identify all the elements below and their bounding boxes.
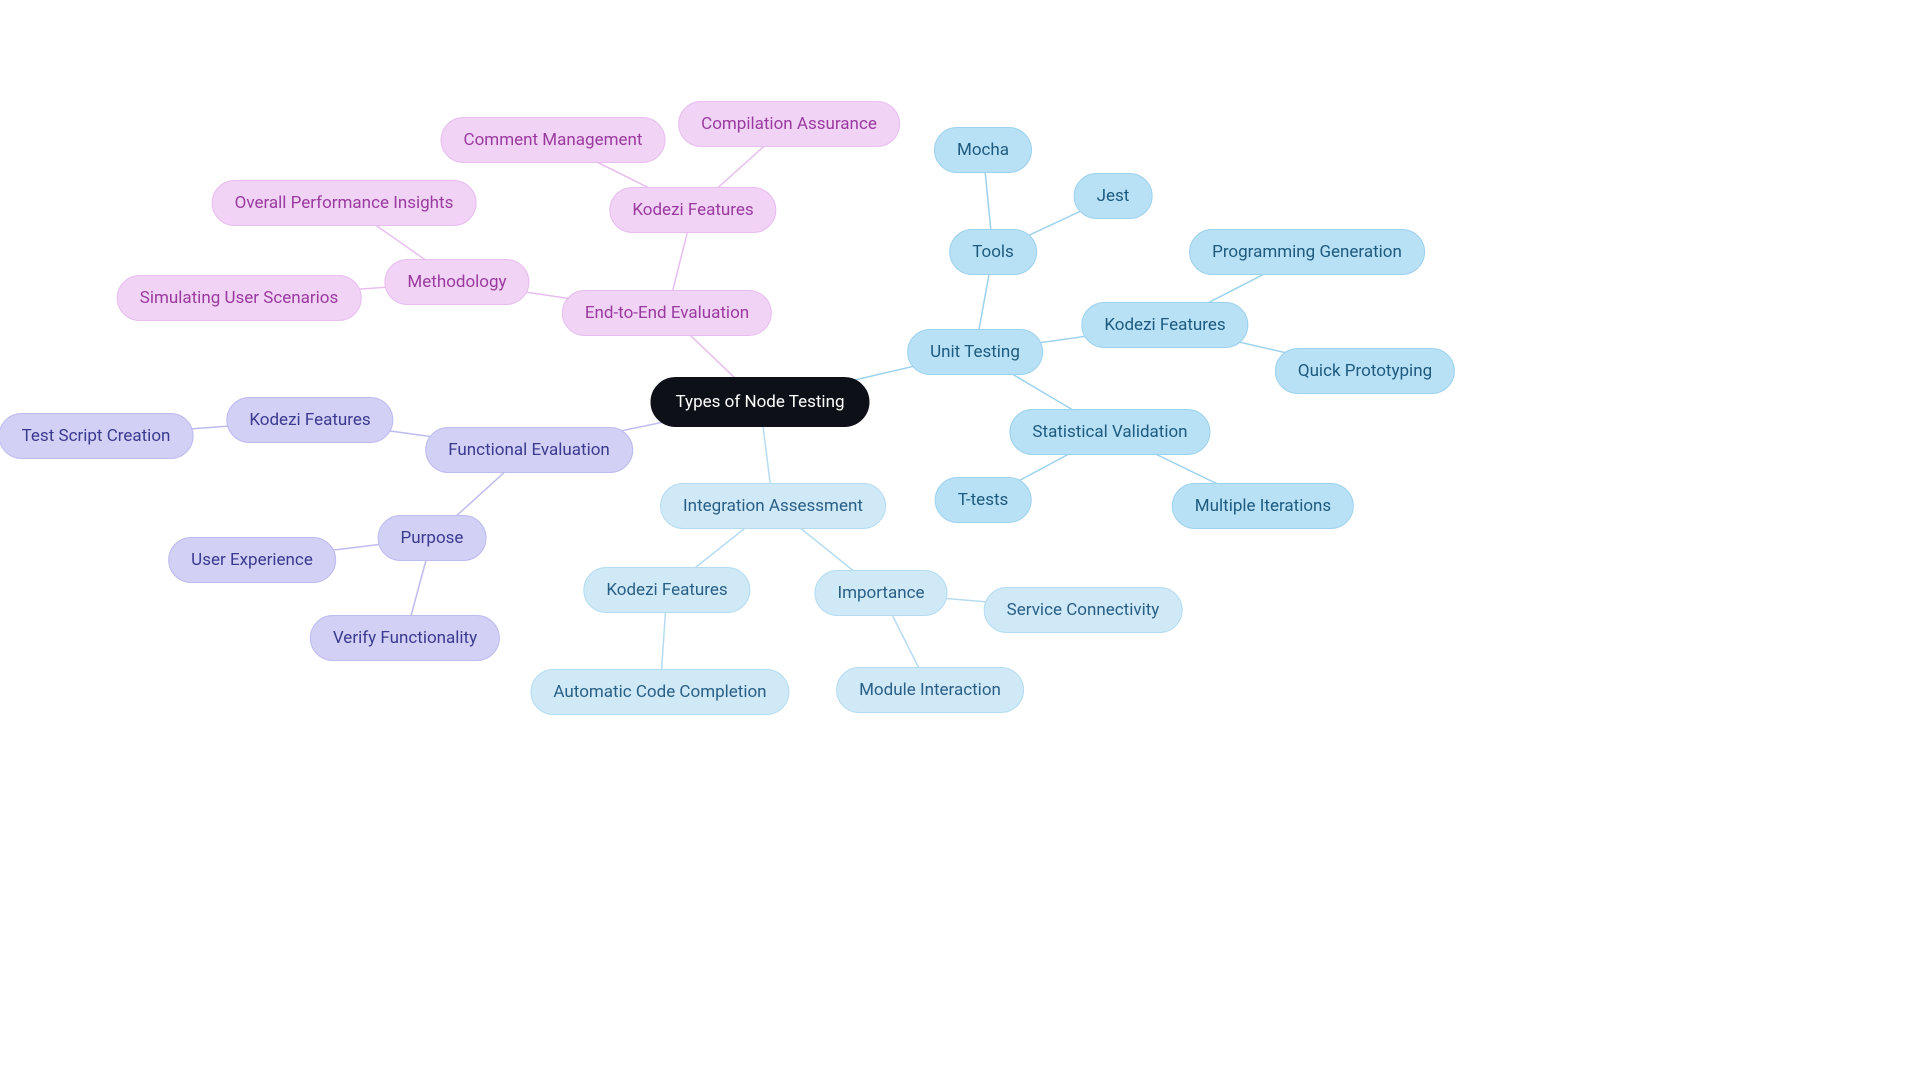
node-label: Kodezi Features (249, 410, 370, 430)
mindmap-node-multiter[interactable]: Multiple Iterations (1172, 483, 1354, 529)
node-label: Types of Node Testing (675, 392, 844, 412)
node-label: Multiple Iterations (1195, 496, 1331, 516)
node-label: Kodezi Features (632, 200, 753, 220)
node-label: Simulating User Scenarios (140, 288, 339, 308)
mindmap-node-purpose[interactable]: Purpose (378, 515, 487, 561)
node-label: Mocha (957, 140, 1009, 160)
mindmap-node-integration[interactable]: Integration Assessment (660, 483, 886, 529)
mindmap-node-statval[interactable]: Statistical Validation (1009, 409, 1210, 455)
node-label: Test Script Creation (22, 426, 171, 446)
mindmap-node-autocomplete[interactable]: Automatic Code Completion (530, 669, 789, 715)
node-label: Integration Assessment (683, 496, 863, 516)
node-label: Purpose (401, 528, 464, 548)
node-label: End-to-End Evaluation (585, 303, 749, 323)
mindmap-node-kodezi_func[interactable]: Kodezi Features (226, 397, 393, 443)
node-label: T-tests (958, 490, 1009, 510)
node-label: Unit Testing (930, 342, 1020, 362)
node-label: Verify Functionality (333, 628, 477, 648)
mindmap-node-unit[interactable]: Unit Testing (907, 329, 1043, 375)
mindmap-node-kodezi_int[interactable]: Kodezi Features (583, 567, 750, 613)
mindmap-node-proggen[interactable]: Programming Generation (1189, 229, 1425, 275)
mindmap-node-comment[interactable]: Comment Management (441, 117, 666, 163)
node-label: Programming Generation (1212, 242, 1402, 262)
mindmap-node-tools[interactable]: Tools (949, 229, 1037, 275)
mindmap-node-jest[interactable]: Jest (1074, 173, 1153, 219)
mindmap-node-functional[interactable]: Functional Evaluation (425, 427, 633, 473)
mindmap-node-mocha[interactable]: Mocha (934, 127, 1032, 173)
node-label: User Experience (191, 550, 313, 570)
node-label: Automatic Code Completion (553, 682, 766, 702)
mindmap-node-insights[interactable]: Overall Performance Insights (212, 180, 477, 226)
mindmap-node-kodezi_e2e[interactable]: Kodezi Features (609, 187, 776, 233)
mindmap-node-e2e[interactable]: End-to-End Evaluation (562, 290, 772, 336)
node-label: Compilation Assurance (701, 114, 877, 134)
node-label: Methodology (407, 272, 506, 292)
node-label: Module Interaction (859, 680, 1001, 700)
node-label: Importance (837, 583, 924, 603)
mindmap-node-methodology[interactable]: Methodology (384, 259, 529, 305)
mindmap-node-root[interactable]: Types of Node Testing (650, 377, 869, 427)
mindmap-node-module[interactable]: Module Interaction (836, 667, 1024, 713)
mindmap-node-userexp[interactable]: User Experience (168, 537, 336, 583)
mindmap-node-compile[interactable]: Compilation Assurance (678, 101, 900, 147)
mindmap-node-ttests[interactable]: T-tests (935, 477, 1032, 523)
mindmap-node-service[interactable]: Service Connectivity (984, 587, 1183, 633)
mindmap-node-kodezi_unit[interactable]: Kodezi Features (1081, 302, 1248, 348)
node-label: Overall Performance Insights (235, 193, 454, 213)
mindmap-node-verify[interactable]: Verify Functionality (310, 615, 500, 661)
mindmap-node-simulating[interactable]: Simulating User Scenarios (117, 275, 362, 321)
node-label: Statistical Validation (1032, 422, 1187, 442)
node-label: Functional Evaluation (448, 440, 610, 460)
mindmap-node-importance[interactable]: Importance (814, 570, 947, 616)
node-label: Comment Management (464, 130, 643, 150)
node-label: Tools (972, 242, 1014, 262)
node-label: Service Connectivity (1007, 600, 1160, 620)
node-label: Kodezi Features (606, 580, 727, 600)
node-label: Quick Prototyping (1298, 361, 1432, 381)
node-label: Jest (1097, 186, 1130, 206)
node-label: Kodezi Features (1104, 315, 1225, 335)
mindmap-node-quickproto[interactable]: Quick Prototyping (1275, 348, 1455, 394)
mindmap-node-testscript[interactable]: Test Script Creation (0, 413, 193, 459)
